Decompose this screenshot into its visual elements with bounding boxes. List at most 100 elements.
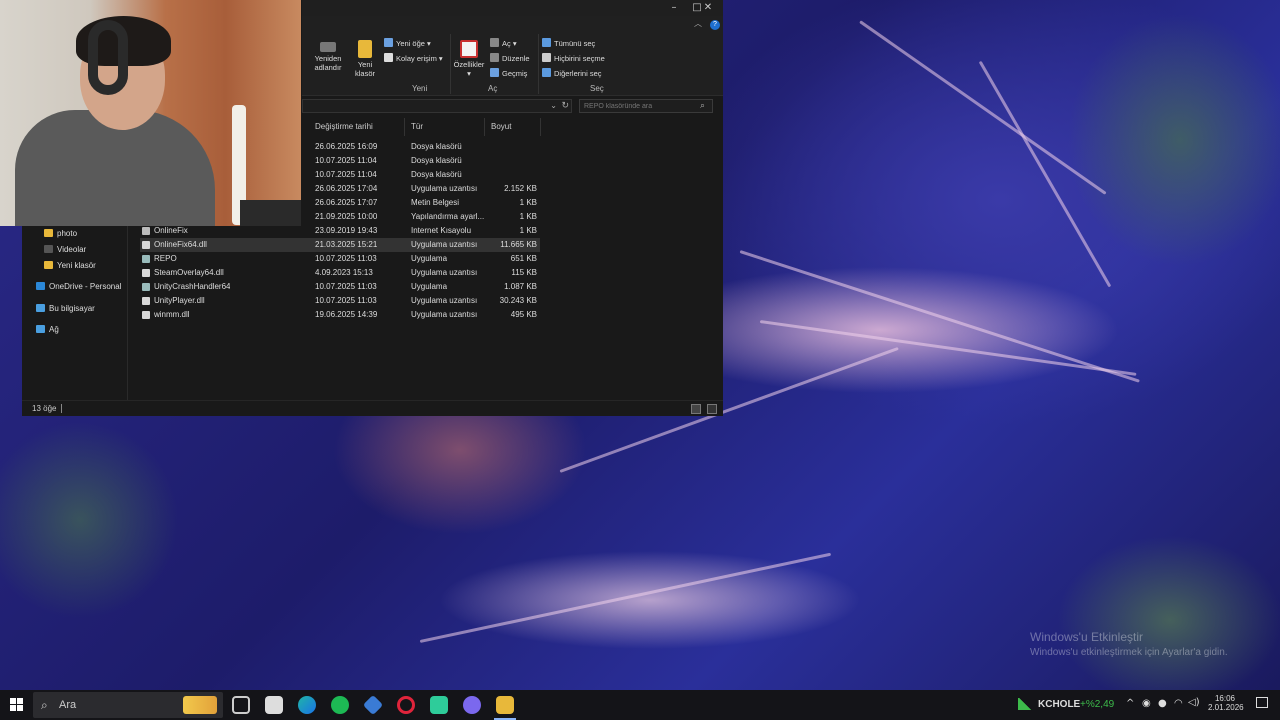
volume-icon[interactable]: ◁) [1188, 697, 1200, 708]
file-type: Internet Kısayolu [411, 226, 472, 235]
file-row[interactable]: UnityCrashHandler64 10.07.2025 11:03 Uygul… [140, 280, 540, 294]
taskbar-search-label: Ara [59, 699, 77, 711]
file-icon [142, 241, 150, 249]
spotify-icon[interactable] [331, 696, 349, 714]
details-view-icon[interactable] [691, 404, 701, 414]
properties-button[interactable]: Özellikler ▾ [452, 40, 486, 78]
select-all-label: Tümünü seç [554, 39, 596, 48]
file-row[interactable]: winmm.dll 19.06.2025 14:39 Uygulama uzantı… [140, 308, 540, 322]
app-icon[interactable] [430, 696, 448, 714]
invert-selection-label: Diğerlerini seç [554, 69, 602, 78]
close-icon[interactable]: ✕ [698, 1, 718, 14]
rename-button[interactable]: Yeniden adlandır [310, 42, 346, 72]
minimize-icon[interactable]: – [664, 1, 684, 14]
wallpaper-streak [759, 320, 1137, 376]
file-row[interactable]: OnlineFix64.dll 21.03.2025 15:21 Uygulama … [140, 238, 540, 252]
ribbon-divider [538, 34, 539, 94]
column-size[interactable]: Boyut [485, 118, 541, 136]
new-item-icon [384, 38, 393, 47]
navigation-pane: photo Videolar Yeni klasör OneDrive - Perso… [22, 226, 127, 401]
file-size: 30.243 KB [499, 296, 537, 305]
wallpaper-streak [739, 250, 1140, 383]
file-type: Yapılandırma ayarl... [411, 212, 485, 221]
ribbon: ︿ ? Yeniden adlandır Yeni klasör Yeni öğ… [302, 16, 723, 96]
easy-access-button[interactable]: Kolay erişim ▾ [384, 53, 443, 64]
refresh-icon[interactable]: ↻ [561, 100, 569, 111]
file-icon [142, 283, 150, 291]
app-icon[interactable] [362, 694, 384, 716]
status-divider [61, 404, 62, 413]
network-status-icon[interactable]: ◉ [1142, 698, 1151, 709]
file-date: 23.09.2019 19:43 [315, 226, 378, 235]
collapse-ribbon-icon[interactable]: ︿ [694, 18, 702, 29]
edit-button[interactable]: Düzenle [490, 53, 530, 64]
pane-divider[interactable] [127, 226, 128, 401]
new-folder-button[interactable]: Yeni klasör [352, 40, 378, 78]
path-field[interactable]: ⌄ ↻ [302, 99, 572, 113]
file-explorer-icon[interactable] [496, 696, 514, 714]
file-size: 115 KB [511, 268, 537, 277]
new-item-button[interactable]: Yeni öğe ▾ [384, 38, 431, 49]
edge-icon[interactable] [298, 696, 316, 714]
select-none-button[interactable]: Hiçbirini seçme [542, 53, 605, 64]
microphone-icon[interactable]: ● [1158, 698, 1167, 709]
history-label: Geçmiş [502, 69, 528, 78]
wallpaper-streak [419, 552, 832, 643]
column-type[interactable]: Tür [405, 118, 485, 136]
file-row[interactable]: SteamOverlay64.dll 4.09.2023 15:13 Uygulam… [140, 266, 540, 280]
search-icon: ⌕ [41, 698, 48, 712]
nav-item-label: Ağ [49, 325, 59, 334]
nav-item[interactable]: Bu bilgisayar [36, 303, 95, 315]
file-size: 1 KB [519, 212, 537, 221]
nav-item[interactable]: OneDrive - Personal [36, 281, 121, 293]
store-icon[interactable] [265, 696, 283, 714]
large-icons-view-icon[interactable] [707, 404, 717, 414]
open-icon [490, 38, 499, 47]
chevron-up-icon[interactable]: ^ [1126, 698, 1134, 709]
nav-item[interactable]: Videolar [44, 244, 86, 256]
activation-watermark: Windows'u Etkinleştir Windows'u etkinleş… [1030, 630, 1228, 660]
wifi-icon[interactable]: ◠ [1174, 698, 1183, 709]
column-date[interactable]: Değiştirme tarihi [309, 118, 405, 136]
invert-selection-button[interactable]: Diğerlerini seç [542, 68, 602, 79]
new-item-label: Yeni öğe [396, 39, 425, 48]
file-date: 10.07.2025 11:03 [315, 282, 377, 291]
stock-name[interactable]: KCHOLE [1038, 699, 1080, 710]
rename-label-2: adlandır [314, 63, 342, 72]
select-all-button[interactable]: Tümünü seç [542, 38, 595, 49]
clock[interactable]: 16:06 2.01.2026 [1208, 694, 1244, 712]
title-bar[interactable]: – □ ✕ [302, 0, 723, 16]
file-size: 495 KB [510, 310, 537, 319]
file-name: REPO [154, 254, 177, 263]
file-row[interactable]: OnlineFix 23.09.2019 19:43 Internet Kısayo… [140, 224, 540, 238]
file-type: Uygulama uzantısı [411, 268, 478, 277]
open-button[interactable]: Aç ▾ [490, 38, 517, 49]
notifications-icon[interactable] [1256, 697, 1268, 708]
chevron-down-icon[interactable]: ⌄ [550, 101, 557, 110]
new-folder-label-2: klasör [354, 69, 375, 78]
nav-item[interactable]: Ağ [36, 324, 59, 336]
watermark-subtitle: Windows'u etkinleştirmek için Ayarlar'a … [1030, 647, 1228, 658]
group-label-select: Seç [590, 84, 604, 93]
nav-item-label: Yeni klasör [57, 261, 96, 270]
nav-item[interactable]: Yeni klasör [44, 260, 96, 272]
taskbar-search[interactable]: ⌕ Ara [33, 692, 223, 718]
headphones [88, 20, 128, 95]
file-date: 26.06.2025 17:04 [315, 184, 378, 193]
history-icon [490, 68, 499, 77]
history-button[interactable]: Geçmiş [490, 68, 527, 79]
open-label: Aç [502, 39, 511, 48]
easy-access-label: Kolay erişim [396, 54, 437, 63]
file-row[interactable]: REPO 10.07.2025 11:03 Uygulama 651 KB [140, 252, 540, 266]
help-icon[interactable]: ? [710, 20, 720, 30]
search-input[interactable] [579, 99, 713, 113]
file-row[interactable]: UnityPlayer.dll 10.07.2025 11:03 Uygulama … [140, 294, 540, 308]
windows-start-icon[interactable] [10, 698, 23, 711]
opera-gx-icon[interactable] [397, 696, 415, 714]
nav-item[interactable]: photo [44, 228, 77, 240]
clock-date: 2.01.2026 [1208, 703, 1244, 712]
rename-label-1: Yeniden [314, 54, 342, 63]
file-name: UnityCrashHandler64 [154, 282, 231, 291]
discord-icon[interactable] [463, 696, 481, 714]
task-view-icon[interactable] [232, 696, 250, 714]
